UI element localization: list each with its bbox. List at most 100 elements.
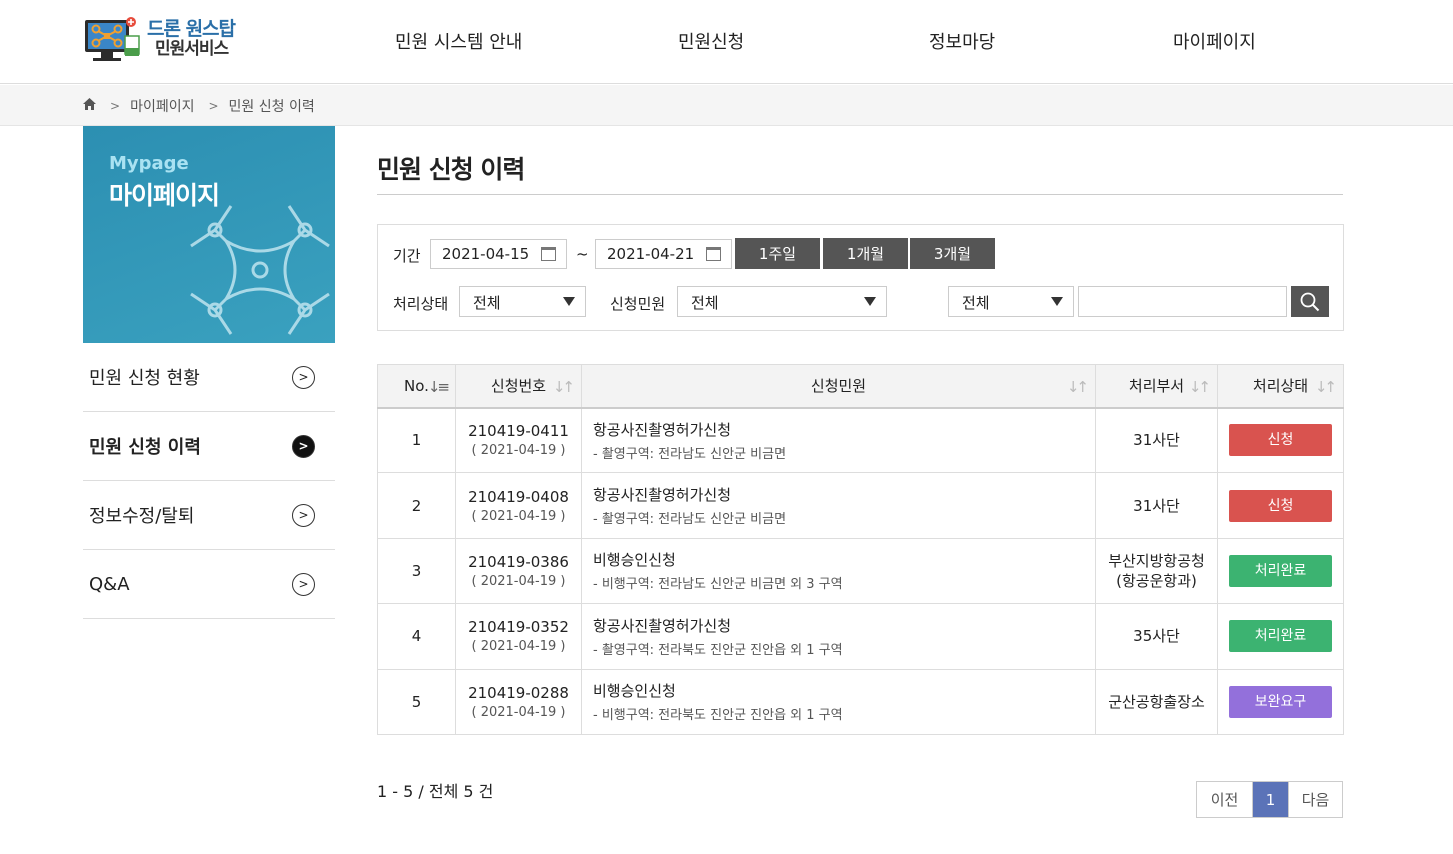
row-app-no[interactable]: 210419-0288 bbox=[456, 684, 581, 702]
row-dept: 부산지방항공청 bbox=[1108, 551, 1205, 570]
prev-page-button[interactable]: 이전 bbox=[1197, 782, 1253, 817]
search-field-select[interactable]: 전체 bbox=[948, 286, 1074, 317]
col-no-label: No. bbox=[404, 376, 429, 395]
row-request-title[interactable]: 항공사진촬영허가신청 bbox=[593, 484, 1095, 505]
row-app-date: ( 2021-04-19 ) bbox=[471, 573, 566, 589]
row-dept-cell: 31사단 bbox=[1095, 406, 1218, 474]
search-input[interactable] bbox=[1078, 286, 1287, 317]
chevron-right-circle-icon: > bbox=[292, 572, 315, 596]
table-row[interactable]: 1 210419-0411 ( 2021-04-19 ) 항공사진촬영허가신청 - 촬영… bbox=[377, 406, 1344, 474]
row-request-area: - 촬영구역: 전라남도 신안군 비금면 bbox=[593, 512, 787, 528]
row-request-title[interactable]: 비행승인신청 bbox=[593, 549, 1095, 570]
history-table: No. ↓≡ 신청번호 ↓↑ 신청민원 ↓↑ 처리부서 ↓↑ 처리상태 ↓↑ 1 21041… bbox=[377, 364, 1344, 735]
calendar-icon[interactable] bbox=[541, 247, 556, 261]
sidebar-item-qna[interactable]: Q&A > bbox=[83, 550, 335, 619]
logo-title: 드론 원스탑 bbox=[147, 18, 236, 40]
sort-desc-icon[interactable]: ↓≡ bbox=[428, 378, 450, 396]
nav-system-guide[interactable]: 민원 시스템 안내 bbox=[395, 28, 522, 54]
sidebar-item-edit-account[interactable]: 정보수정/탈퇴 > bbox=[83, 481, 335, 550]
row-request-cell: 항공사진촬영허가신청 - 촬영구역: 전라북도 진안군 진안읍 외 1 구역 bbox=[581, 603, 1096, 670]
nav-info[interactable]: 정보마당 bbox=[929, 28, 995, 54]
breadcrumb-current[interactable]: 민원 신청 이력 bbox=[229, 96, 315, 116]
col-app-no-label: 신청번호 bbox=[490, 377, 547, 396]
site-logo[interactable]: 드론 원스탑 민원서비스 bbox=[83, 16, 243, 68]
sidebar-item-history[interactable]: 민원 신청 이력 > bbox=[83, 412, 335, 481]
row-no: 3 bbox=[377, 537, 456, 605]
col-dept-label: 처리부서 bbox=[1128, 377, 1185, 396]
type-select[interactable]: 전체 bbox=[677, 286, 887, 317]
date-range-tilde: ~ bbox=[576, 245, 589, 263]
search-icon bbox=[1300, 292, 1320, 311]
table-row[interactable]: 2 210419-0408 ( 2021-04-19 ) 항공사진촬영허가신청 - 촬영… bbox=[377, 472, 1344, 539]
row-app-date: ( 2021-04-19 ) bbox=[471, 639, 566, 655]
breadcrumb-mypage[interactable]: 마이페이지 bbox=[130, 96, 194, 116]
row-app-no[interactable]: 210419-0411 bbox=[456, 422, 581, 440]
status-badge[interactable]: 처리완료 bbox=[1229, 554, 1332, 587]
period-1month-button[interactable]: 1개월 bbox=[823, 238, 908, 269]
row-request-title[interactable]: 항공사진촬영허가신청 bbox=[593, 419, 1095, 440]
row-dept: 31사단 bbox=[1133, 431, 1180, 450]
status-badge[interactable]: 신청 bbox=[1229, 424, 1332, 457]
sort-icon[interactable]: ↓↑ bbox=[1315, 378, 1337, 396]
row-dept: 군산공항출장소 bbox=[1108, 692, 1205, 711]
row-request-title[interactable]: 항공사진촬영허가신청 bbox=[593, 615, 1095, 636]
sidebar-item-label: 민원 신청 이력 bbox=[89, 437, 201, 458]
nav-apply[interactable]: 민원신청 bbox=[678, 28, 744, 54]
search-button[interactable] bbox=[1291, 286, 1329, 317]
col-dept[interactable]: 처리부서 ↓↑ bbox=[1095, 364, 1218, 409]
row-status-cell: 처리완료 bbox=[1217, 603, 1344, 670]
row-no: 1 bbox=[377, 406, 456, 474]
sidebar-item-label: 민원 신청 현황 bbox=[89, 368, 200, 389]
date-from-field[interactable]: 2021-04-15 bbox=[430, 239, 567, 269]
row-app-no-cell: 210419-0352 ( 2021-04-19 ) bbox=[455, 603, 582, 670]
period-label: 기간 bbox=[393, 247, 421, 265]
chevron-right-icon: > bbox=[208, 99, 219, 113]
logo-subtitle: 민원서비스 bbox=[155, 39, 229, 59]
page-1-button[interactable]: 1 bbox=[1253, 782, 1288, 817]
title-divider bbox=[377, 194, 1343, 195]
row-app-no[interactable]: 210419-0408 bbox=[456, 488, 581, 506]
status-badge[interactable]: 처리완료 bbox=[1229, 620, 1332, 653]
dropdown-arrow-icon bbox=[864, 297, 876, 306]
col-app-no[interactable]: 신청번호 ↓↑ bbox=[455, 364, 582, 409]
nav-mypage[interactable]: 마이페이지 bbox=[1173, 28, 1256, 54]
sort-icon[interactable]: ↓↑ bbox=[1189, 378, 1211, 396]
col-request-label: 신청민원 bbox=[810, 377, 867, 396]
col-status[interactable]: 처리상태 ↓↑ bbox=[1217, 364, 1344, 409]
row-app-no[interactable]: 210419-0352 bbox=[456, 618, 581, 636]
col-no[interactable]: No. ↓≡ bbox=[377, 364, 456, 409]
status-badge[interactable]: 신청 bbox=[1229, 489, 1332, 522]
period-1week-button[interactable]: 1주일 bbox=[735, 238, 820, 269]
next-page-button[interactable]: 다음 bbox=[1288, 782, 1342, 817]
date-to-field[interactable]: 2021-04-21 bbox=[595, 239, 732, 269]
status-label: 처리상태 bbox=[393, 295, 449, 313]
row-no: 2 bbox=[377, 472, 456, 539]
table-row[interactable]: 5 210419-0288 ( 2021-04-19 ) 비행승인신청 - 비행구역: … bbox=[377, 668, 1344, 735]
sidebar-banner: Mypage 마이페이지 bbox=[83, 126, 335, 343]
page-title: 민원 신청 이력 bbox=[377, 155, 525, 184]
status-select-value: 전체 bbox=[473, 294, 501, 312]
sort-icon[interactable]: ↓↑ bbox=[553, 378, 575, 396]
sidebar-item-status[interactable]: 민원 신청 현황 > bbox=[83, 343, 335, 412]
col-request[interactable]: 신청민원 ↓↑ bbox=[581, 364, 1096, 409]
sort-icon[interactable]: ↓↑ bbox=[1067, 378, 1089, 396]
date-to-value: 2021-04-21 bbox=[607, 245, 695, 263]
row-app-no-cell: 210419-0411 ( 2021-04-19 ) bbox=[455, 406, 582, 474]
search-field-select-value: 전체 bbox=[962, 294, 990, 312]
row-request-cell: 항공사진촬영허가신청 - 촬영구역: 전라남도 신안군 비금면 bbox=[581, 472, 1096, 539]
sidebar-item-label: Q&A bbox=[89, 573, 130, 595]
row-request-title[interactable]: 비행승인신청 bbox=[593, 680, 1095, 701]
status-badge[interactable]: 보완요구 bbox=[1229, 685, 1332, 718]
table-row[interactable]: 4 210419-0352 ( 2021-04-19 ) 항공사진촬영허가신청 - 촬영… bbox=[377, 603, 1344, 670]
status-select[interactable]: 전체 bbox=[459, 286, 586, 317]
home-icon[interactable] bbox=[83, 98, 96, 114]
calendar-icon[interactable] bbox=[706, 247, 721, 261]
row-app-no-cell: 210419-0408 ( 2021-04-19 ) bbox=[455, 472, 582, 539]
period-3month-button[interactable]: 3개월 bbox=[910, 238, 995, 269]
row-app-no[interactable]: 210419-0386 bbox=[456, 553, 581, 571]
row-status-cell: 신청 bbox=[1217, 406, 1344, 474]
table-row[interactable]: 3 210419-0386 ( 2021-04-19 ) 비행승인신청 - 비행구역: … bbox=[377, 537, 1344, 605]
type-label: 신청민원 bbox=[610, 295, 666, 313]
breadcrumb: > 마이페이지 > 민원 신청 이력 bbox=[83, 96, 315, 116]
row-request-area: - 비행구역: 전라남도 신안군 비금면 외 3 구역 bbox=[593, 577, 843, 593]
